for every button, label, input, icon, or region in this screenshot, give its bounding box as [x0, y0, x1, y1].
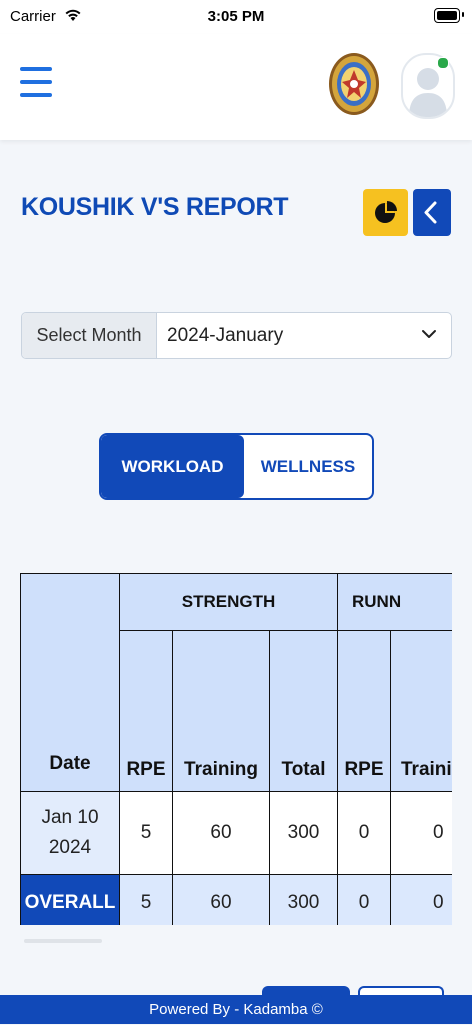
horizontal-scrollbar[interactable] — [24, 939, 102, 943]
status-bar: Carrier 3:05 PM — [0, 0, 472, 34]
table-cell: 0 — [390, 791, 452, 875]
pie-chart-icon — [375, 201, 397, 223]
date-column-header: Date — [20, 573, 120, 792]
strength-group-header: STRENGTH — [119, 573, 338, 631]
month-select[interactable]: Select Month 2024-January — [21, 312, 452, 359]
table-cell: 60 — [172, 791, 270, 875]
month-select-value[interactable]: 2024-January — [167, 313, 283, 358]
page-title: KOUSHIK V'S REPORT — [21, 193, 289, 221]
battery-icon — [434, 8, 460, 23]
overall-cell: 0 — [390, 874, 452, 925]
tab-workload[interactable]: WORKLOAD — [101, 435, 244, 498]
association-logo — [329, 53, 379, 115]
row-date-year: 2024 — [48, 837, 92, 858]
online-status-dot — [437, 57, 449, 69]
chevron-down-icon — [422, 330, 436, 338]
running-rpe-header: RPE — [337, 630, 391, 792]
app-header — [0, 34, 472, 140]
table-row: Jan 10 2024 5 60 300 0 0 — [20, 791, 452, 875]
overall-cell: 0 — [337, 874, 391, 925]
row-date-day: Jan 10 — [41, 807, 99, 828]
strength-rpe-header: RPE — [119, 630, 173, 792]
overall-cell: 300 — [269, 874, 338, 925]
row-date: Jan 10 2024 — [20, 791, 120, 875]
overall-label: OVERALL — [20, 874, 120, 925]
running-group-header: RUNN — [336, 573, 452, 631]
table-cell: 0 — [337, 791, 391, 875]
strength-total-header: Total — [269, 630, 338, 792]
overall-row: OVERALL 5 60 300 0 0 — [20, 874, 452, 925]
running-training-header: Traini — [390, 630, 452, 792]
tab-wellness[interactable]: WELLNESS — [244, 435, 372, 498]
back-button[interactable] — [413, 189, 451, 236]
battery-cap — [462, 12, 464, 17]
report-table-scroll[interactable]: Date STRENGTH RUNN RPE Training Total RP… — [20, 573, 452, 925]
chevron-left-icon — [424, 201, 437, 224]
month-select-label: Select Month — [22, 313, 157, 358]
status-time: 3:05 PM — [207, 8, 265, 25]
footer: Powered By - Kadamba © — [0, 995, 472, 1024]
table-cell: 5 — [119, 791, 173, 875]
table-cell: 300 — [269, 791, 338, 875]
chart-view-button[interactable] — [363, 189, 408, 236]
strength-training-header: Training — [172, 630, 270, 792]
report-type-toggle: WORKLOAD WELLNESS — [99, 433, 374, 500]
workload-table: Date STRENGTH RUNN RPE Training Total RP… — [20, 573, 452, 925]
overall-cell: 5 — [119, 874, 173, 925]
overall-cell: 60 — [172, 874, 270, 925]
hamburger-menu-icon[interactable] — [20, 67, 52, 101]
